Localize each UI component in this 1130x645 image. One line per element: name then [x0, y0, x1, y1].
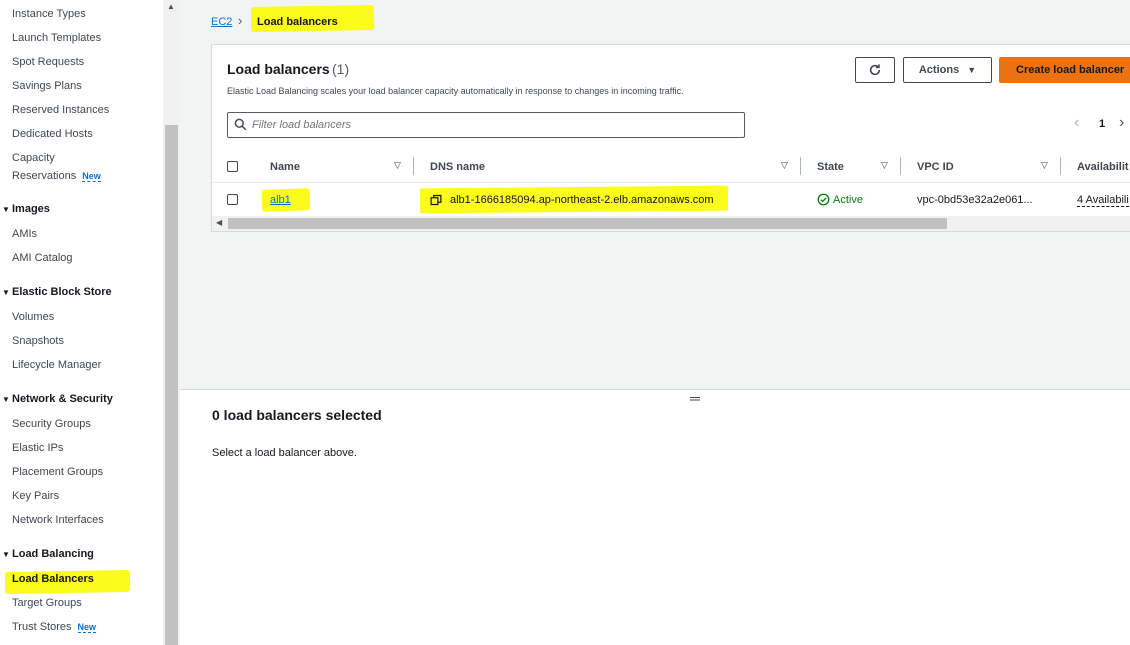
sidebar-item-trust-stores[interactable]: Trust Stores New	[12, 621, 97, 633]
refresh-button[interactable]	[855, 57, 895, 83]
previous-page-icon[interactable]: ‹	[1074, 114, 1079, 132]
sidebar-nav: Instance Types Launch Templates Spot Req…	[0, 0, 163, 645]
create-label: Create load balancer	[1016, 64, 1125, 76]
sidebar-item-reserved-instances[interactable]: Reserved Instances	[12, 104, 109, 116]
filter-input[interactable]	[252, 117, 732, 133]
scroll-up-arrow-icon[interactable]: ▲	[167, 2, 175, 11]
header-divider	[212, 182, 1130, 183]
new-badge: New	[82, 171, 101, 182]
copy-icon[interactable]	[430, 194, 442, 206]
sidebar-section-load-balancing[interactable]: ▼ Load Balancing	[0, 548, 94, 560]
sidebar-item-amis[interactable]: AMIs	[12, 228, 37, 240]
new-badge: New	[77, 622, 97, 633]
sidebar-item-launch-templates[interactable]: Launch Templates	[12, 32, 101, 44]
actions-dropdown-button[interactable]: Actions ▼	[903, 57, 992, 83]
sidebar-item-target-groups[interactable]: Target Groups	[12, 597, 82, 609]
sidebar-item-dedicated-hosts[interactable]: Dedicated Hosts	[12, 128, 93, 140]
sidebar-item-capacity-reservations[interactable]: Reservations New	[12, 170, 101, 182]
panel-title: Load balancers	[227, 61, 330, 77]
scrollbar-thumb[interactable]	[228, 218, 947, 229]
sidebar-item-label: Reservations	[12, 170, 77, 182]
create-load-balancer-button[interactable]: Create load balancer	[999, 57, 1130, 83]
split-panel-description: Select a load balancer above.	[212, 447, 357, 459]
panel-count: (1)	[332, 61, 350, 77]
filter-box	[227, 112, 745, 138]
split-panel-divider	[180, 389, 1130, 390]
sidebar-item-savings-plans[interactable]: Savings Plans	[12, 80, 82, 92]
row-checkbox[interactable]	[227, 194, 238, 205]
panel-description: Elastic Load Balancing scales your load …	[227, 86, 684, 96]
sort-caret-icon[interactable]: ▽	[1041, 160, 1048, 171]
column-header-state[interactable]: State	[817, 161, 844, 173]
sidebar-item-key-pairs[interactable]: Key Pairs	[12, 490, 59, 502]
sidebar-item-spot-requests[interactable]: Spot Requests	[12, 56, 84, 68]
column-divider[interactable]	[900, 157, 901, 175]
scrollbar-thumb[interactable]	[165, 125, 178, 645]
sidebar-item-network-interfaces[interactable]: Network Interfaces	[12, 514, 104, 526]
load-balancer-name-link[interactable]: alb1	[270, 194, 291, 206]
breadcrumb-ec2-link[interactable]: EC2	[211, 16, 232, 28]
sidebar-item-lifecycle-manager[interactable]: Lifecycle Manager	[12, 359, 101, 371]
caret-down-icon: ▼	[2, 395, 10, 404]
section-heading: Load Balancing	[12, 548, 94, 560]
scroll-left-arrow-icon[interactable]: ◀	[216, 218, 222, 227]
actions-label: Actions	[918, 64, 960, 76]
split-panel-title: 0 load balancers selected	[212, 407, 382, 423]
sort-caret-icon[interactable]: ▽	[394, 160, 401, 171]
sidebar-item-ami-catalog[interactable]: AMI Catalog	[12, 252, 73, 264]
sidebar-item-label: Trust Stores	[12, 621, 72, 633]
caret-down-icon: ▼	[967, 65, 977, 75]
resize-handle-icon[interactable]: ═	[690, 390, 700, 406]
column-header-dns[interactable]: DNS name	[430, 161, 485, 173]
sidebar-scrollbar[interactable]: ▲	[163, 0, 180, 645]
refresh-icon	[869, 64, 881, 76]
sort-caret-icon[interactable]: ▽	[781, 160, 788, 171]
column-header-name[interactable]: Name	[270, 161, 300, 173]
caret-down-icon: ▼	[2, 288, 10, 297]
sidebar-item-instance-types[interactable]: Instance Types	[12, 8, 86, 20]
column-header-availability[interactable]: Availabilit	[1077, 161, 1129, 173]
column-header-vpc[interactable]: VPC ID	[917, 161, 954, 173]
dns-name-cell: alb1-1666185094.ap-northeast-2.elb.amazo…	[450, 194, 714, 206]
sidebar-section-network-security[interactable]: ▼ Network & Security	[0, 393, 113, 405]
availability-zones-cell[interactable]: 4 Availabili	[1077, 194, 1129, 207]
vpc-id-cell: vpc-0bd53e32a2e061...	[917, 194, 1033, 206]
sidebar-item-elastic-ips[interactable]: Elastic IPs	[12, 442, 63, 454]
section-heading: Elastic Block Store	[12, 286, 112, 298]
sidebar-item-volumes[interactable]: Volumes	[12, 311, 54, 323]
chevron-right-icon: ›	[238, 13, 243, 28]
column-divider[interactable]	[800, 157, 801, 175]
breadcrumb-current: Load balancers	[257, 16, 338, 28]
check-circle-icon	[817, 193, 830, 206]
section-heading: Network & Security	[12, 393, 113, 405]
table-horizontal-scrollbar[interactable]: ◀	[212, 216, 1130, 231]
search-icon	[234, 118, 247, 131]
select-all-checkbox[interactable]	[227, 161, 238, 172]
sidebar-section-ebs[interactable]: ▼ Elastic Block Store	[0, 286, 112, 298]
page-number[interactable]: 1	[1099, 118, 1105, 130]
caret-down-icon: ▼	[2, 205, 10, 214]
caret-down-icon: ▼	[2, 550, 10, 559]
column-divider[interactable]	[1060, 157, 1061, 175]
sidebar-item-capacity[interactable]: Capacity	[12, 152, 55, 164]
sidebar-item-snapshots[interactable]: Snapshots	[12, 335, 64, 347]
column-divider[interactable]	[413, 157, 414, 175]
sidebar-item-load-balancers[interactable]: Load Balancers	[12, 573, 94, 585]
sidebar-item-placement-groups[interactable]: Placement Groups	[12, 466, 103, 478]
sidebar-item-security-groups[interactable]: Security Groups	[12, 418, 91, 430]
section-heading: Images	[12, 203, 50, 215]
state-cell: Active	[833, 194, 863, 206]
sort-caret-icon[interactable]: ▽	[881, 160, 888, 171]
sidebar-section-images[interactable]: ▼ Images	[0, 203, 50, 215]
next-page-icon[interactable]: ›	[1119, 114, 1124, 132]
